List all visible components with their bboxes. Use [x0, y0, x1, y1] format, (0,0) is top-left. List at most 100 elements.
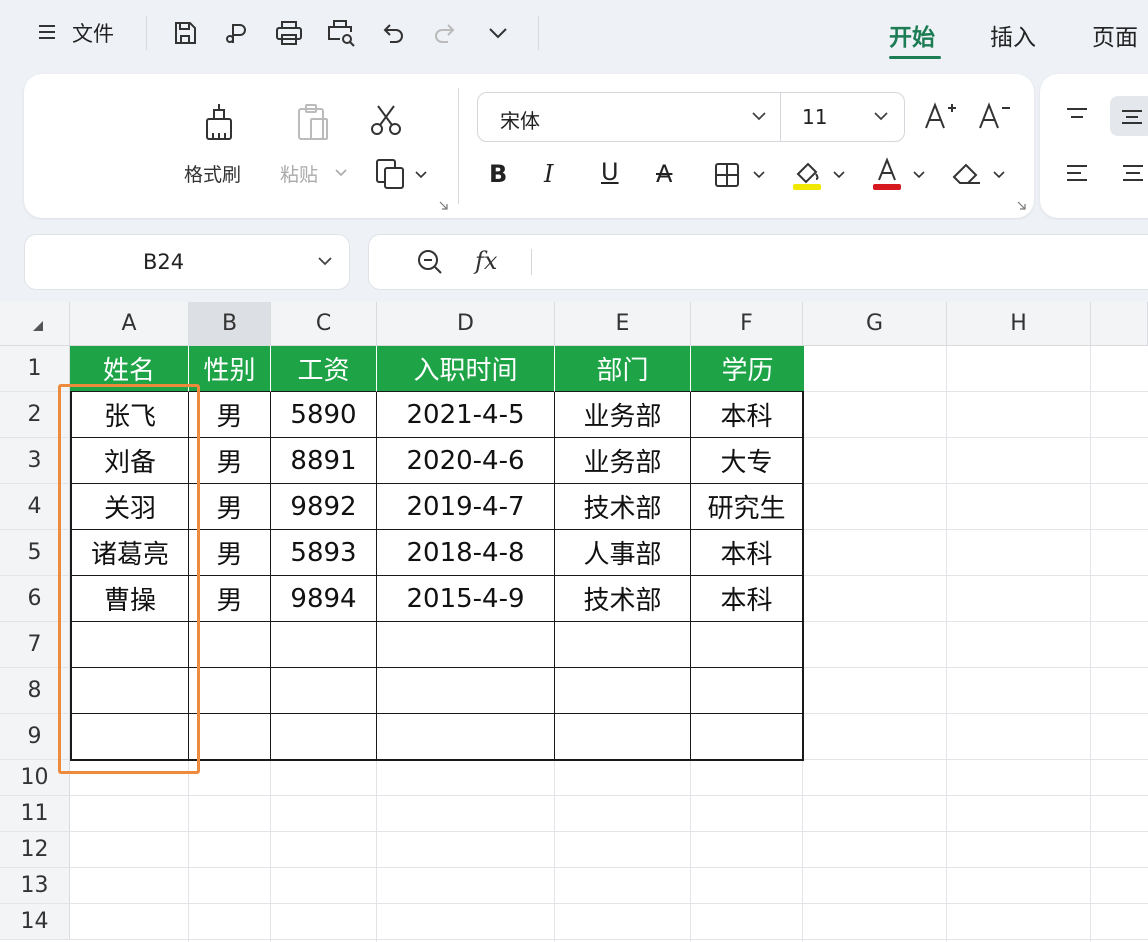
- table-cell[interactable]: [271, 668, 378, 715]
- table-cell[interactable]: 2020-4-6: [377, 438, 556, 485]
- table-header-cell[interactable]: 部门: [555, 346, 692, 393]
- table-cell[interactable]: 9892: [271, 484, 378, 531]
- redo-icon[interactable]: [430, 16, 460, 50]
- table-cell[interactable]: 刘备: [70, 438, 190, 485]
- font-size-select[interactable]: 11: [802, 105, 827, 129]
- table-cell[interactable]: [189, 668, 272, 715]
- paste-label[interactable]: 粘贴: [280, 160, 318, 187]
- table-cell[interactable]: 人事部: [555, 530, 692, 577]
- cell-reference[interactable]: B24: [143, 250, 184, 274]
- table-cell[interactable]: 男: [189, 484, 272, 531]
- table-cell[interactable]: 8891: [271, 438, 378, 485]
- borders-dropdown-icon[interactable]: [752, 168, 766, 182]
- table-cell[interactable]: 本科: [691, 392, 804, 439]
- borders-icon[interactable]: [712, 160, 742, 190]
- table-cell[interactable]: 2018-4-8: [377, 530, 556, 577]
- table-cell[interactable]: 5893: [271, 530, 378, 577]
- zoom-search-icon[interactable]: [415, 247, 445, 277]
- table-cell[interactable]: [271, 622, 378, 669]
- column-header-b[interactable]: B: [189, 302, 271, 346]
- save-icon[interactable]: [168, 16, 202, 50]
- table-cell[interactable]: 2019-4-7: [377, 484, 556, 531]
- print-preview-icon[interactable]: [324, 16, 358, 50]
- export-pdf-icon[interactable]: [220, 16, 254, 50]
- font-size-chevron-icon[interactable]: [872, 109, 890, 123]
- fill-color-dropdown-icon[interactable]: [832, 168, 846, 182]
- table-cell[interactable]: 男: [189, 392, 272, 439]
- font-name-select[interactable]: 宋体: [500, 105, 540, 134]
- more-dropdown-icon[interactable]: [484, 18, 512, 48]
- table-cell[interactable]: 诸葛亮: [70, 530, 190, 577]
- column-header-f[interactable]: F: [691, 302, 803, 346]
- clipboard-launcher-icon[interactable]: [438, 200, 448, 210]
- table-cell[interactable]: [377, 714, 556, 761]
- tab-insert[interactable]: 插入: [990, 18, 1036, 52]
- fill-color-icon[interactable]: [790, 156, 824, 192]
- format-painter-icon[interactable]: [198, 100, 240, 144]
- align-left-icon[interactable]: [1060, 158, 1094, 188]
- table-cell[interactable]: [189, 622, 272, 669]
- table-header-cell[interactable]: 姓名: [70, 346, 190, 393]
- column-header-c[interactable]: C: [271, 302, 377, 346]
- table-header-cell[interactable]: 工资: [271, 346, 378, 393]
- paste-icon[interactable]: [292, 100, 334, 144]
- cut-icon[interactable]: [366, 100, 406, 140]
- row-header-14[interactable]: 14: [0, 904, 70, 940]
- increase-font-icon[interactable]: [922, 98, 958, 134]
- row-header-5[interactable]: 5: [0, 530, 70, 576]
- column-header-h[interactable]: H: [947, 302, 1091, 346]
- column-header-d[interactable]: D: [377, 302, 555, 346]
- table-cell[interactable]: 技术部: [555, 484, 692, 531]
- paste-dropdown-icon[interactable]: [334, 166, 348, 180]
- table-cell[interactable]: 5890: [271, 392, 378, 439]
- table-cell[interactable]: 业务部: [555, 438, 692, 485]
- font-color-dropdown-icon[interactable]: [912, 168, 926, 182]
- row-header-11[interactable]: 11: [0, 796, 70, 832]
- table-cell[interactable]: 关羽: [70, 484, 190, 531]
- decrease-font-icon[interactable]: [976, 98, 1012, 134]
- row-header-2[interactable]: 2: [0, 392, 70, 438]
- table-cell[interactable]: [691, 668, 804, 715]
- table-cell[interactable]: [70, 714, 190, 761]
- clear-format-dropdown-icon[interactable]: [992, 168, 1006, 182]
- table-cell[interactable]: 2015-4-9: [377, 576, 556, 623]
- table-cell[interactable]: [555, 714, 692, 761]
- table-cell[interactable]: 本科: [691, 530, 804, 577]
- row-header-1[interactable]: 1: [0, 346, 70, 392]
- tab-start[interactable]: 开始: [889, 18, 935, 52]
- copy-icon[interactable]: [370, 154, 410, 194]
- table-header-cell[interactable]: 性别: [189, 346, 272, 393]
- font-launcher-icon[interactable]: [1016, 200, 1026, 210]
- row-header-13[interactable]: 13: [0, 868, 70, 904]
- name-box-chevron-icon[interactable]: [315, 253, 335, 269]
- table-cell[interactable]: [691, 622, 804, 669]
- format-painter-label[interactable]: 格式刷: [184, 160, 241, 187]
- row-header-8[interactable]: 8: [0, 668, 70, 714]
- table-cell[interactable]: 男: [189, 576, 272, 623]
- file-menu[interactable]: 文件: [72, 18, 114, 48]
- row-header-4[interactable]: 4: [0, 484, 70, 530]
- table-cell[interactable]: 技术部: [555, 576, 692, 623]
- table-cell[interactable]: [377, 622, 556, 669]
- table-cell[interactable]: [555, 668, 692, 715]
- fx-icon[interactable]: fx: [475, 247, 497, 275]
- strikethrough-button[interactable]: A: [656, 160, 672, 188]
- tab-page[interactable]: 页面: [1092, 18, 1138, 52]
- column-header-a[interactable]: A: [70, 302, 189, 346]
- align-middle-icon[interactable]: [1110, 96, 1148, 136]
- table-cell[interactable]: 本科: [691, 576, 804, 623]
- table-cell[interactable]: [189, 714, 272, 761]
- row-header-10[interactable]: 10: [0, 760, 70, 796]
- row-header-7[interactable]: 7: [0, 622, 70, 668]
- clear-format-icon[interactable]: [950, 158, 984, 190]
- table-cell[interactable]: [377, 668, 556, 715]
- table-cell[interactable]: [555, 622, 692, 669]
- align-center-icon[interactable]: [1116, 158, 1148, 188]
- column-header-g[interactable]: G: [803, 302, 947, 346]
- table-cell[interactable]: 男: [189, 530, 272, 577]
- table-cell[interactable]: 曹操: [70, 576, 190, 623]
- copy-dropdown-icon[interactable]: [414, 168, 428, 182]
- row-header-6[interactable]: 6: [0, 576, 70, 622]
- table-cell[interactable]: 大专: [691, 438, 804, 485]
- column-header-e[interactable]: E: [555, 302, 691, 346]
